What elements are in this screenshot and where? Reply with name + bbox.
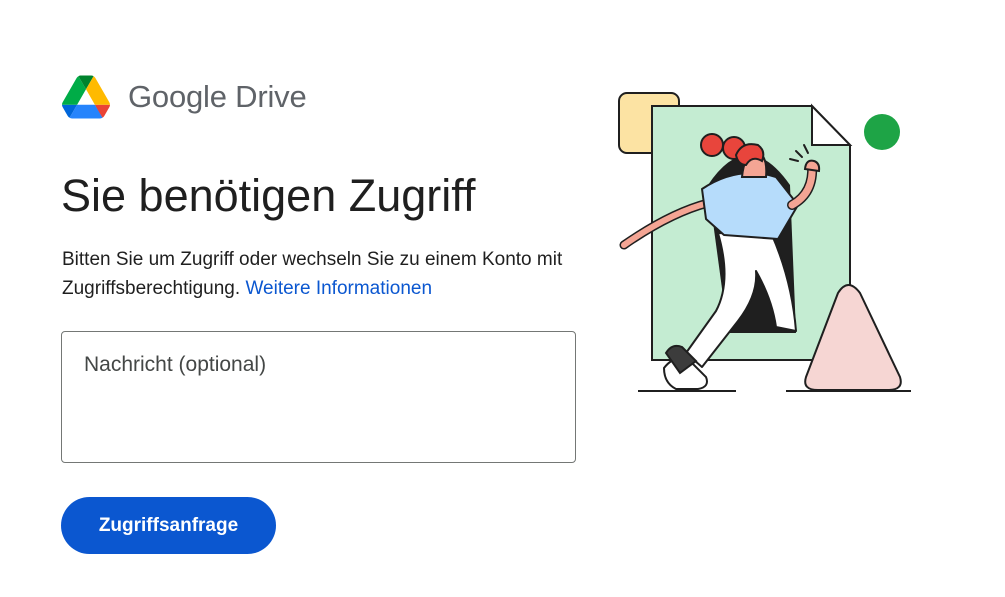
access-description: Bitten Sie um Zugriff oder wechseln Sie … [62,245,582,303]
request-access-button[interactable]: Zugriffsanfrage [61,497,276,554]
learn-more-link[interactable]: Weitere Informationen [245,278,432,299]
brand-name: Google Drive [128,79,307,114]
brand-header: Google Drive [62,74,307,120]
person-entering-document-illustration-icon [618,92,911,392]
google-drive-logo-icon [62,75,110,119]
message-input[interactable] [62,332,575,462]
message-field-container [61,331,576,463]
page-title: Sie benötigen Zugriff [61,170,476,221]
